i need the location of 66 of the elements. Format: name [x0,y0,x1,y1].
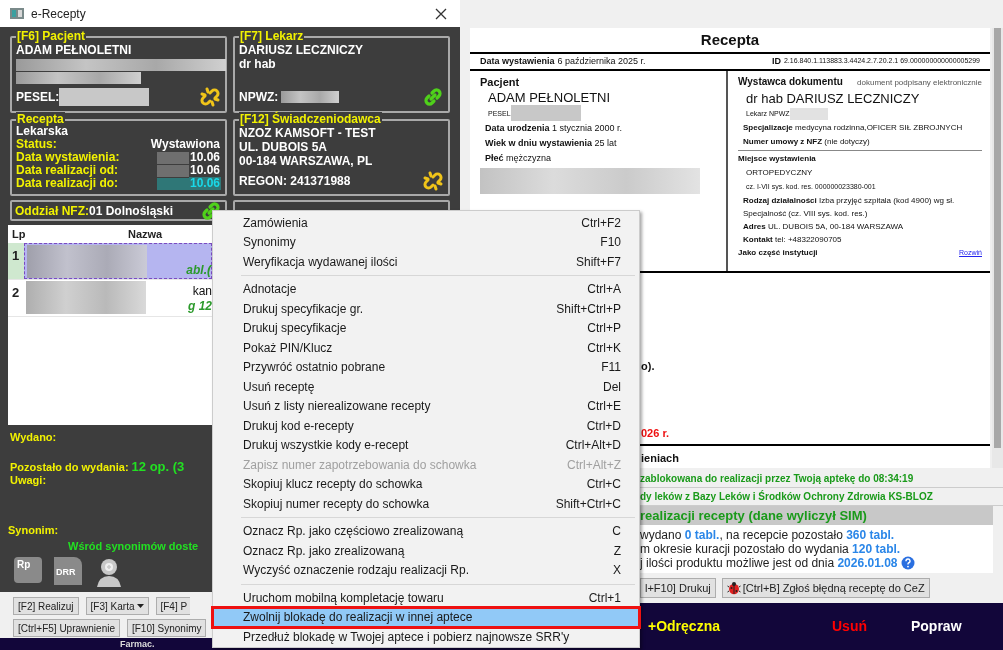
field-row-text: Płeć mężczyzna [484,152,553,165]
doctor-name: dr hab DARIUSZ LECZNICZY [745,90,921,107]
signature-note: dokument podpisany elektronicznie [857,77,982,89]
field-label: Data wystawienia [480,54,555,68]
section-heading: Wystawca dokumentu [738,75,843,89]
row-number: 2 [11,284,21,302]
drug-dose: abl.( [186,263,211,278]
row-number: 1 [11,247,21,265]
field-label: Data wystawienia: [16,151,120,164]
issued-label: Wydano: [10,431,57,444]
field-label: Status: [16,138,57,151]
group-title: Recepta [16,112,65,126]
window-title: e-Recepty [31,5,86,23]
field-value: Wystawiona [149,138,221,151]
nfz-label: Oddział NFZ: [15,203,89,218]
calculation-text: m okresie kuracji pozostało do wydania 120 tabl. [640,542,901,556]
field-row-text: Data urodzenia 1 stycznia 2000 r. [484,122,624,135]
footer-text: Farmac. [120,639,155,649]
patient-name: ADAM PEŁNOLETNI [16,43,133,57]
remaining-value: 12 op. (3 [131,460,185,473]
remaining-label: Pozostało do wydania: [10,461,129,474]
field-label: Jako część instytucji [738,247,818,259]
field-label: Data realizacji od: [16,164,119,177]
status-message: zablokowana do realizacji przez Twoją aptekę do 08:34:19 [640,470,1003,488]
field-value: 6 października 2025 r. [557,54,646,68]
field-row-text: Kontakt tel: +48322090705 [742,234,843,246]
notes-label: Uwagi: [10,474,47,487]
column-header: Nazwa [127,226,163,242]
group-title: [F12] Świadczeniodawca [239,112,382,126]
field-row-text: Adres UL. DUBOIS 5A, 00-184 WARSZAWA [742,221,905,233]
field-value: 10.06 [189,151,221,164]
doctor-name: DARIUSZ LECZNICZY [239,43,364,57]
field-label: ID [771,54,781,68]
nfz-value: 01 Dolnośląski [89,203,174,218]
drug-dose: g 12 [188,299,212,314]
field-row-text: Wiek w dniu wystawienia 25 lat [484,137,618,150]
synonym-label: Synonim: [8,524,59,537]
synonym-info: Wśród synonimów doste [67,540,199,553]
section-heading: Miejsce wystawienia [738,153,817,165]
column-header: Lp [11,226,27,242]
place-name: ORTOPEDYCZNY [745,167,814,179]
text-fragment: 026 r. [641,426,670,441]
section-heading: Pacjent [480,75,521,90]
document-title: Recepta [470,28,990,54]
prescription-type: Lekarska [16,125,70,138]
field-label: Data realizacji do: [16,177,119,190]
regon-number: REGON: 241371988 [239,174,351,188]
pesel-label: PESEL: [16,90,60,104]
doctor-degree: dr hab [239,57,277,71]
field-value: 10.06 [188,177,221,190]
text-fragment: o). [641,359,655,374]
calculation-text: wydano 0 tabl., na recepcie pozostało 360 tabl. [640,528,895,542]
group-title: [F7] Lekarz [239,29,305,43]
field-value: 10.06 [188,164,221,177]
group-title: [F6] Pacjent [16,29,86,43]
npwz-label: NPWZ: [239,90,279,104]
field-row-text: Specjalizacje medycyna rodzinna,OFICER SIŁ ZBROJNYCH [742,122,964,134]
drug-name: kan [192,284,212,299]
section-heading: ieniach [641,451,679,466]
provider-address-line: UL. DUBOIS 5A [239,140,328,154]
provider-address-line: NZOZ KAMSOFT - TEST [239,126,377,140]
patient-name: ADAM PEŁNOLETNI [487,90,612,105]
field-row-text: Rodzaj działalności Izba przyjęć szpitala (kod 4900) wg sł. Specjalność (cz. VIII sys. kod. res.) [742,195,956,220]
calculation-text: j ilości produktu możliwe jest od dnia 2026.01.08 [640,556,898,570]
provider-address-line: 00-184 WARSZAWA, PL [239,154,374,168]
field-row-text: Numer umowy z NFZ (nie dotyczy) [742,136,871,148]
